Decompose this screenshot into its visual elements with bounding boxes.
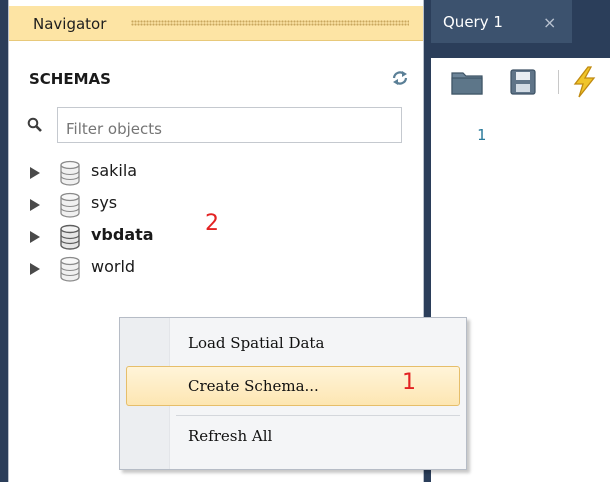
expand-arrow-icon[interactable] [29,166,41,180]
menu-item-load-spatial-data[interactable]: Load Spatial Data [126,323,460,363]
folder-icon[interactable] [451,69,483,95]
search-icon [27,117,42,132]
database-icon [60,160,80,186]
navigator-header-grip [131,20,409,26]
tab-query-1[interactable]: Query 1 × [431,0,572,43]
expand-arrow-icon[interactable] [29,262,41,276]
query-toolbar [431,58,610,106]
lightning-icon[interactable] [570,66,598,98]
toolbar-separator [558,70,559,94]
schema-name: vbdata [91,225,154,244]
menu-item-refresh-all[interactable]: Refresh All [126,416,460,456]
schema-name: sakila [91,161,138,180]
expand-arrow-icon[interactable] [29,198,41,212]
schema-name: world [91,257,136,276]
database-icon [60,192,80,218]
database-icon [60,224,80,250]
schema-name: sys [91,193,118,212]
refresh-icon[interactable] [391,70,409,86]
schemas-section-label: SCHEMAS [29,70,111,88]
tab-label: Query 1 [443,13,503,31]
navigator-title: Navigator [33,15,107,33]
expand-arrow-icon[interactable] [29,230,41,244]
annotation-step-2: 2 [205,211,219,236]
annotation-step-1: 1 [402,370,416,395]
filter-objects-input[interactable] [57,107,402,143]
database-icon [60,256,80,282]
line-number: 1 [477,126,487,144]
navigator-header: Navigator [9,6,423,41]
save-icon[interactable] [510,69,536,95]
tab-close-icon[interactable]: × [543,13,556,32]
